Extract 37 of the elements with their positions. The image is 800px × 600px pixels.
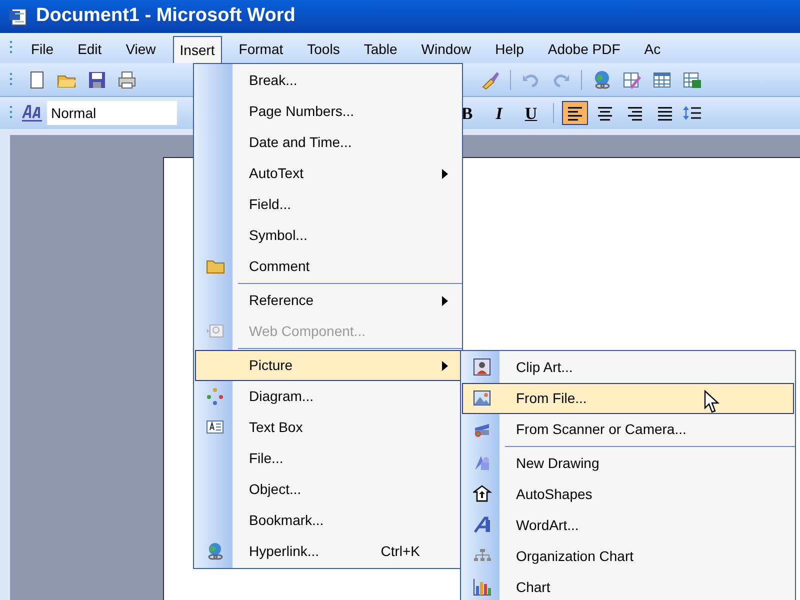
menu-item[interactable]: Edit (70, 36, 109, 63)
menu-item[interactable]: AutoShapes (462, 479, 794, 510)
menu-item[interactable]: Adobe PDF (540, 36, 628, 63)
menu-item[interactable]: Help (488, 36, 531, 63)
menu-item[interactable]: Clip Art... (462, 352, 794, 383)
menu-item[interactable]: Comment (195, 251, 461, 282)
menu-item[interactable]: Object... (195, 474, 461, 505)
menu-item[interactable]: AutoText (195, 158, 461, 189)
menu-item[interactable]: Organization Chart (462, 541, 794, 572)
menu-item[interactable]: File (24, 36, 61, 63)
underline-button[interactable]: U (517, 101, 545, 125)
style-field[interactable]: Normal (47, 101, 177, 125)
menu-item[interactable]: Text Box (195, 412, 461, 443)
window-title: Document1 - Microsoft Word (36, 4, 296, 28)
menu-item[interactable]: From File... (462, 383, 794, 414)
italic-button[interactable]: I (485, 101, 513, 125)
menu-item[interactable]: Reference (195, 285, 461, 316)
menu-item[interactable]: WordArt... (462, 510, 794, 541)
menu-item[interactable]: Table (356, 36, 404, 63)
menu-item[interactable]: From Scanner or Camera... (462, 414, 794, 445)
menu-item[interactable]: Break... (195, 65, 461, 96)
menu-item[interactable]: Hyperlink... Ctrl+K (195, 536, 461, 567)
menu-item[interactable]: Field... (195, 189, 461, 220)
menu-item[interactable]: Symbol... (195, 220, 461, 251)
menu-item[interactable]: Ac (637, 36, 668, 63)
menu-item[interactable]: Tools (300, 36, 347, 63)
menu-item[interactable]: Date and Time... (195, 127, 461, 158)
menu-item[interactable]: New Drawing (462, 448, 794, 479)
menu-item[interactable]: View (118, 36, 163, 63)
menu-item[interactable]: Picture (195, 350, 461, 381)
menu-item[interactable]: Format (232, 36, 290, 63)
menu-item[interactable]: File... (195, 443, 461, 474)
menu-item[interactable]: Window (414, 36, 478, 63)
menu-item[interactable]: Chart (462, 572, 794, 600)
menu-item[interactable]: Diagram... (195, 381, 461, 412)
menu-item[interactable]: Bookmark... (195, 505, 461, 536)
menu-item[interactable]: Insert (172, 36, 222, 63)
